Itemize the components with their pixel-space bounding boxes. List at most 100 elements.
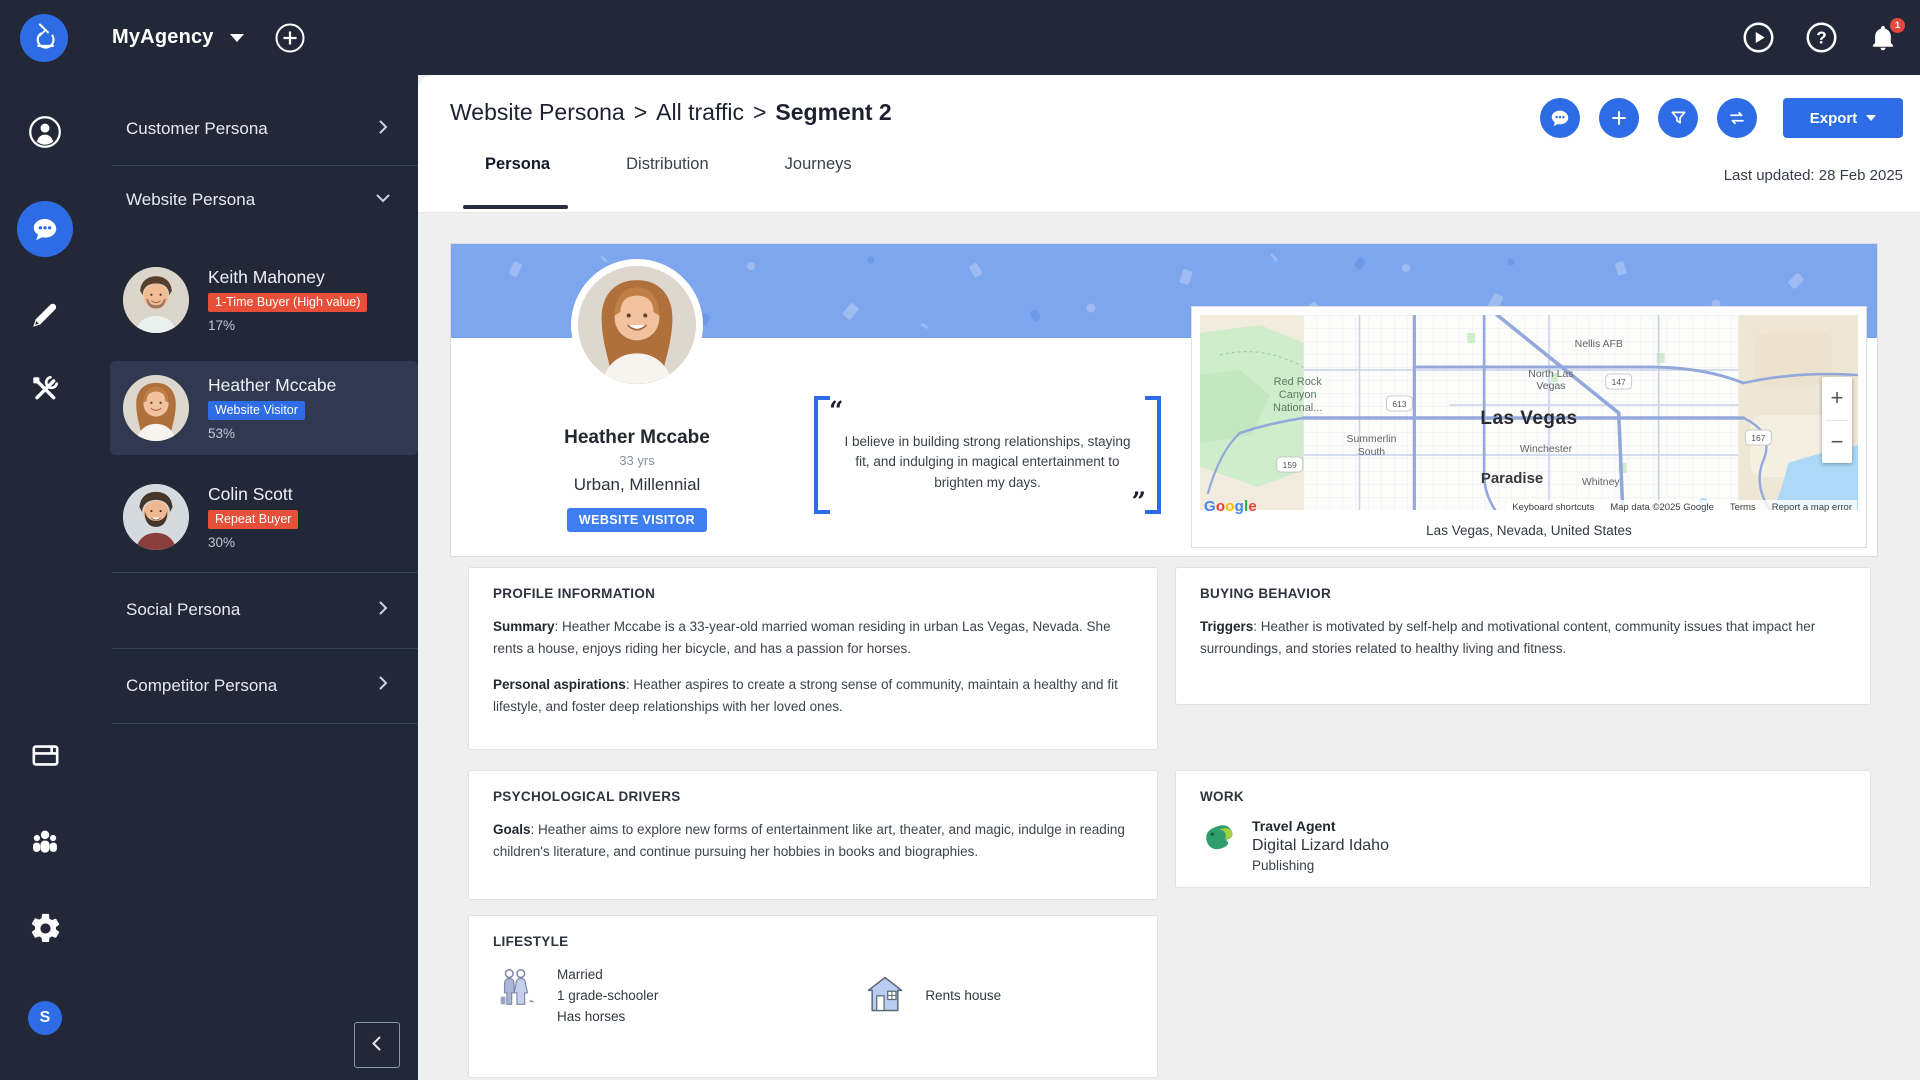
page-header: Website Persona > All traffic > Segment 2 [418,75,1920,213]
google-logo[interactable]: Google [1204,498,1257,515]
map-data-label: Map data ©2025 Google [1610,502,1714,513]
breadcrumb-website-persona[interactable]: Website Persona [450,99,625,125]
svg-text:613: 613 [1392,399,1406,409]
filter-button[interactable] [1658,98,1698,138]
chevron-left-icon [365,1031,389,1060]
persona-list-item-heather-selected[interactable]: Heather Mccabe Website Visitor 53% [110,361,418,455]
persona-avatar [123,484,189,550]
breadcrumb-segment: Segment 2 [775,99,892,125]
billing-card-rail-button[interactable] [0,739,90,777]
app-logo[interactable] [20,13,68,62]
persona-list-item-keith[interactable]: Keith Mahoney 1-Time Buyer (High value) … [110,253,418,347]
svg-text:National...: National... [1273,402,1322,414]
company-logo [1200,818,1238,861]
terms-link[interactable]: Terms [1730,502,1756,513]
settings-rail-button[interactable] [0,911,90,951]
workspace-caret-down-icon[interactable] [229,33,244,42]
open-quote-mark: “ [829,396,844,425]
chevron-right-icon [372,672,394,699]
map-attribution: Keyboard shortcuts Map data ©2025 Google… [1507,500,1857,515]
svg-text:147: 147 [1612,377,1626,387]
export-button[interactable]: Export [1783,98,1903,138]
caret-down-icon [1866,115,1877,121]
sidebar-item-competitor-persona[interactable]: Competitor Persona [90,648,418,723]
persona-avatar [123,267,189,333]
workspace-name[interactable]: MyAgency [112,26,214,49]
sidebar-item-website-persona[interactable]: Website Persona [90,165,418,235]
add-segment-button[interactable] [1599,98,1639,138]
svg-text:159: 159 [1283,460,1297,470]
breadcrumb-all-traffic[interactable]: All traffic [656,99,744,125]
card-title: PSYCHOLOGICAL DRIVERS [493,789,681,804]
zoom-in-button[interactable]: + [1822,377,1852,420]
active-tab-underline [463,205,568,209]
svg-text:Summerlin: Summerlin [1347,434,1397,445]
customer-persona-rail-button[interactable] [0,115,90,154]
quote-bracket-left [814,396,830,514]
tab-journeys[interactable]: Journeys [785,155,852,174]
zoom-out-button[interactable]: − [1822,421,1852,464]
housing-status: Rents house [863,965,1001,1028]
svg-text:Vegas: Vegas [1536,381,1565,392]
quote-bracket-right [1145,396,1161,514]
profile-information-card: PROFILE INFORMATION Summary: Heather Mcc… [468,567,1158,750]
collapse-sidebar-button[interactable] [354,1022,400,1068]
team-rail-button[interactable] [0,825,90,864]
house-icon [863,972,907,1021]
notes-rail-button[interactable] [0,299,90,336]
persona-list-item-colin[interactable]: Colin Scott Repeat Buyer 30% [110,470,418,564]
persona-percent: 30% [208,535,236,550]
route-shield-613: 613 [1386,395,1413,412]
report-map-error-link[interactable]: Report a map error [1772,502,1852,513]
svg-text:167: 167 [1751,433,1765,443]
keyboard-shortcuts-link[interactable]: Keyboard shortcuts [1512,502,1594,513]
svg-text:South: South [1358,447,1385,458]
user-avatar[interactable]: S [0,1001,90,1035]
notifications-bell-icon[interactable]: 1 [1868,17,1905,53]
sidebar-item-social-persona[interactable]: Social Persona [90,572,418,648]
tab-distribution[interactable]: Distribution [626,155,709,174]
map-zoom-control: + − [1822,377,1852,463]
buying-behavior-card: BUYING BEHAVIOR Triggers: Heather is mot… [1175,567,1871,705]
comment-button[interactable] [1540,98,1580,138]
tab-persona[interactable]: Persona [485,155,550,174]
persona-name: Heather Mccabe [208,375,337,395]
close-quote-mark: ” [1131,487,1146,516]
card-title: LIFESTYLE [493,934,569,949]
top-bar: MyAgency ? 1 [0,0,1920,75]
card-title: WORK [1200,789,1244,804]
hero-card: Heather Mccabe 33 yrs Urban, Millennial … [450,243,1878,557]
persona-segment: Urban, Millennial [573,475,701,494]
job-role: Travel Agent [1252,818,1336,834]
help-button[interactable]: ? [1805,21,1838,54]
persona-badge: 1-Time Buyer (High value) [208,293,368,312]
tab-bar: Persona Distribution Journeys [485,155,852,174]
persona-content: Heather Mccabe 33 yrs Urban, Millennial … [418,213,1920,1080]
persona-identity: Heather Mccabe 33 yrs Urban, Millennial … [487,427,787,532]
lifestyle-card: LIFESTYLE Married 1 grade-schooler Has h… [468,915,1158,1078]
card-title: PROFILE INFORMATION [493,586,656,601]
persona-name: Heather Mccabe [564,427,710,448]
microscope-icon [31,22,58,54]
chat-bubble-icon [17,201,73,257]
persona-age: 33 yrs [619,453,655,468]
people-icon [28,825,62,864]
svg-text:Paradise: Paradise [1481,470,1543,487]
family-status: Married 1 grade-schooler Has horses [493,965,658,1028]
website-persona-rail-button-active[interactable] [0,201,90,257]
chevron-right-icon [372,116,394,143]
sidebar-item-customer-persona[interactable]: Customer Persona [90,93,418,165]
play-tour-button[interactable] [1742,21,1775,54]
tools-rail-button[interactable] [0,373,90,410]
persona-type-badge: WEBSITE VISITOR [566,508,708,532]
divider [112,723,418,724]
sync-compare-button[interactable] [1717,98,1757,138]
company-industry: Publishing [1252,858,1315,873]
add-workspace-button[interactable] [274,22,306,54]
work-card: WORK Travel Agent Digital Lizard Idaho P… [1175,770,1871,888]
tools-icon [29,373,61,410]
card-title: BUYING BEHAVIOR [1200,586,1332,601]
google-map[interactable]: Nellis AFB North Las Vegas Winchester Wh… [1200,315,1858,510]
route-shield-159: 159 [1276,456,1304,473]
location-caption: Las Vegas, Nevada, United States [1426,523,1632,538]
